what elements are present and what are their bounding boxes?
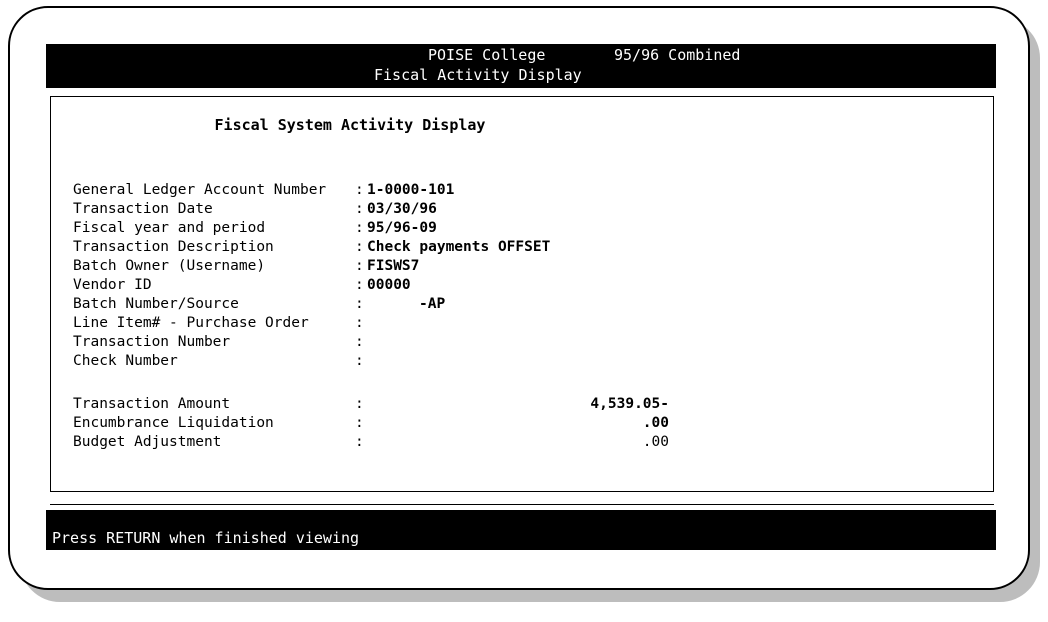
amount-budget-adjustment: Budget Adjustment : .00 [73,433,669,452]
amount-colon: : [355,396,364,412]
status-bar: Press RETURN when finished viewing [46,510,996,550]
field-label: Fiscal year and period [73,220,266,236]
amount-label: Encumbrance Liquidation [73,415,274,431]
field-check-number: Check Number : [73,352,364,371]
field-value: 00000 [367,277,411,293]
amount-value: .00 [642,415,669,431]
amount-value: 4,539.05- [590,396,669,412]
field-value: FISWS7 [367,258,420,274]
status-message: Press RETURN when finished viewing [52,529,360,547]
panel-divider [50,504,994,505]
amount-colon: : [355,415,364,431]
field-label: Vendor ID [73,277,152,293]
field-value: 95/96-09 [367,220,437,236]
amount-label: Transaction Amount [73,396,231,412]
field-value: Check payments OFFSET [367,239,551,255]
field-colon: : [355,353,364,369]
field-transaction-number: Transaction Number : [73,333,364,352]
field-value: 03/30/96 [367,201,437,217]
field-label: Batch Number/Source [73,296,239,312]
field-colon: : [355,182,364,198]
amount-value: .00 [642,434,669,450]
field-batch-number: Batch Number/Source : -AP [73,295,445,314]
field-colon: : [355,239,364,255]
field-colon: : [355,296,364,312]
screen-header: POISE College 95/96 Combined Fiscal Acti… [46,44,996,88]
field-line-item: Line Item# - Purchase Order : [73,314,364,333]
activity-panel: Fiscal System Activity Display General L… [50,96,994,492]
amount-transaction: Transaction Amount : 4,539.05- [73,395,669,414]
field-colon: : [355,277,364,293]
field-label: Transaction Number [73,334,231,350]
fiscal-year-tag: 95/96 Combined [614,46,741,64]
field-label: Transaction Date [73,201,213,217]
field-value: -AP [419,296,446,312]
field-colon: : [355,220,364,236]
field-transaction-date: Transaction Date : 03/30/96 [73,200,437,219]
field-colon: : [355,315,364,331]
field-gl-account: General Ledger Account Number : 1-0000-1… [73,181,454,200]
field-label: Transaction Description [73,239,274,255]
college-name: POISE College [428,46,546,64]
screen-title: Fiscal Activity Display [374,66,582,84]
panel-title: Fiscal System Activity Display [214,116,486,134]
field-label: General Ledger Account Number [73,182,327,198]
field-colon: : [355,258,364,274]
field-colon: : [355,334,364,350]
field-batch-owner: Batch Owner (Username) : FISWS7 [73,257,419,276]
amount-colon: : [355,434,364,450]
field-label: Line Item# - Purchase Order [73,315,309,331]
field-vendor-id: Vendor ID : 00000 [73,276,411,295]
field-label: Batch Owner (Username) [73,258,266,274]
field-transaction-description: Transaction Description : Check payments… [73,238,550,257]
amount-label: Budget Adjustment [73,434,222,450]
field-value: 1-0000-101 [367,182,455,198]
field-colon: : [355,201,364,217]
terminal-screen: POISE College 95/96 Combined Fiscal Acti… [46,44,996,550]
field-label: Check Number [73,353,178,369]
amount-encumbrance: Encumbrance Liquidation : .00 [73,414,669,433]
field-fiscal-period: Fiscal year and period : 95/96-09 [73,219,437,238]
